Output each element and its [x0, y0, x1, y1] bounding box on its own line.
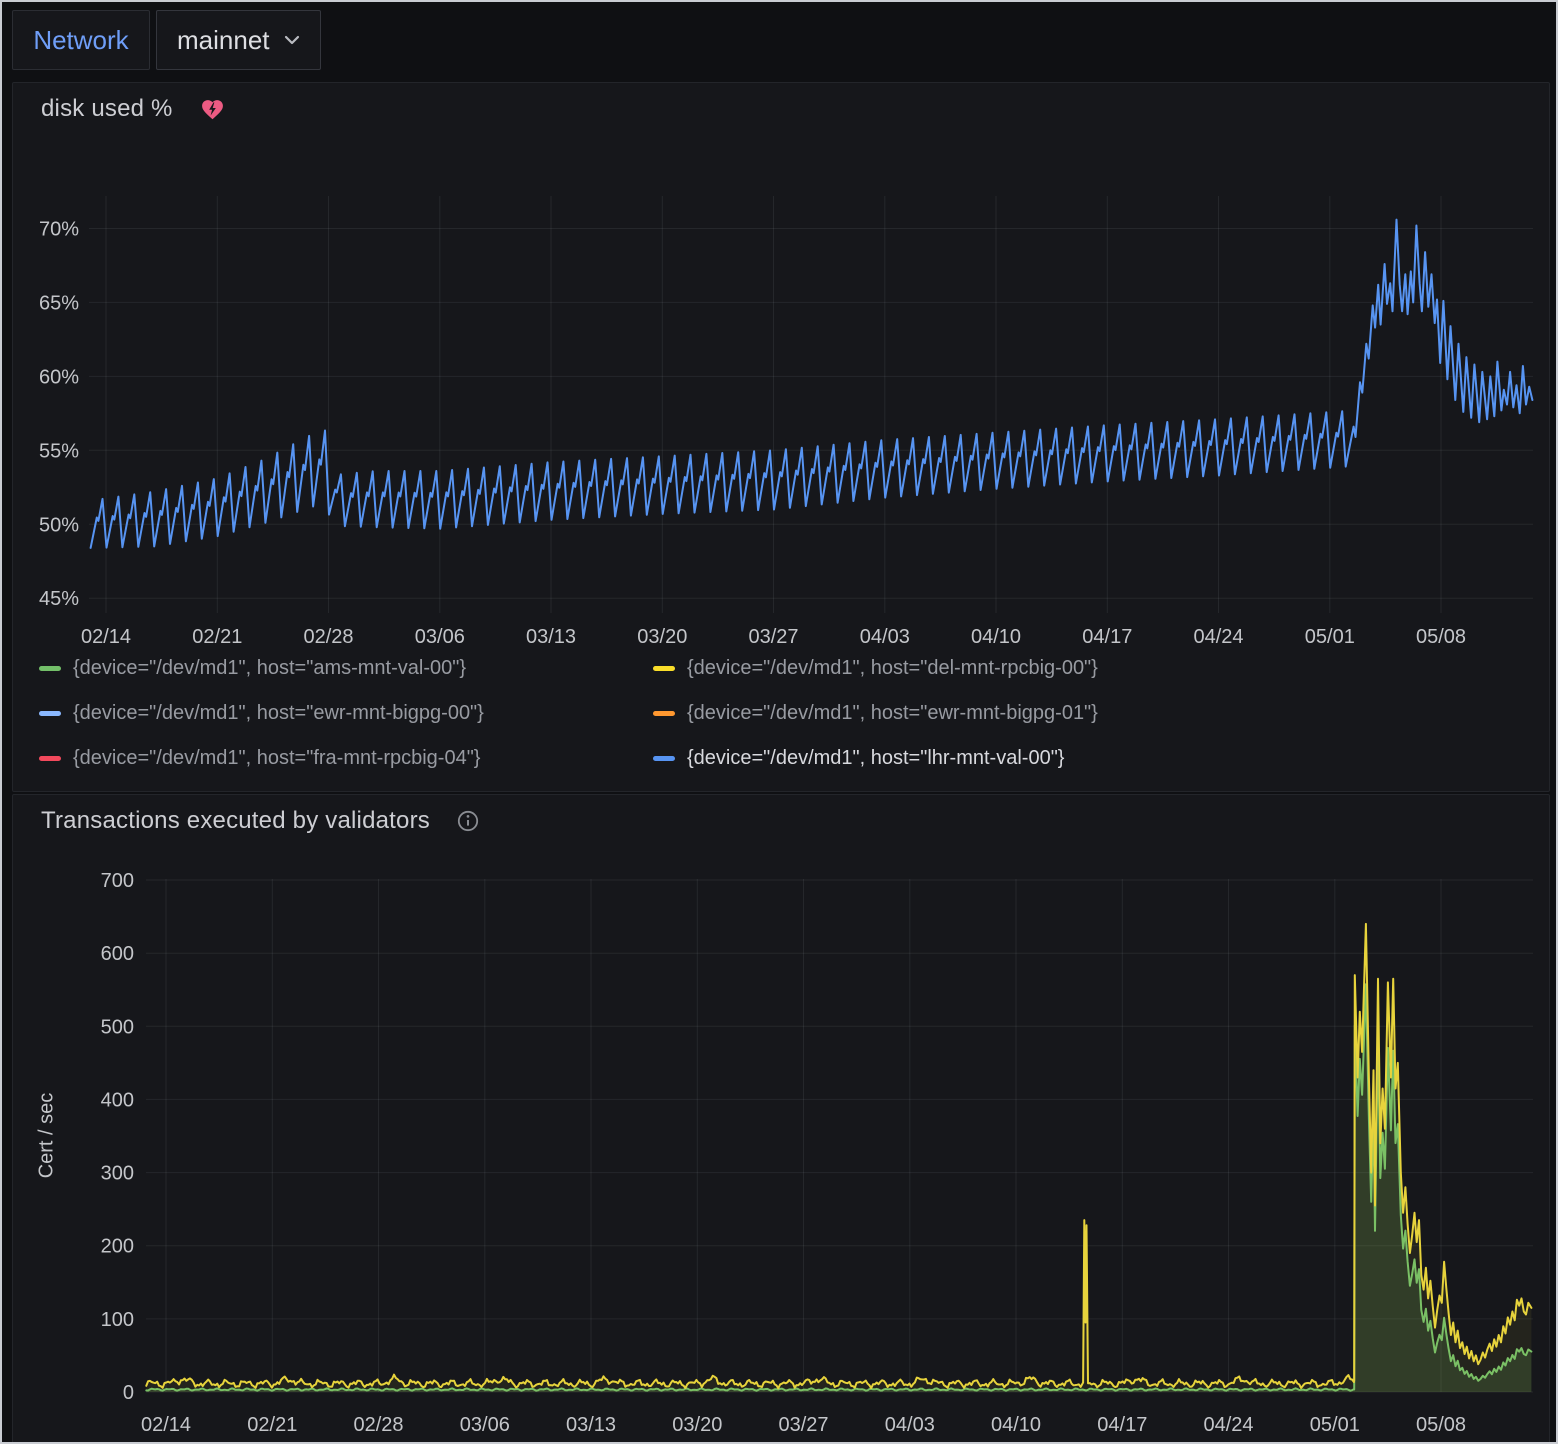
legend-series-swatch — [39, 756, 61, 761]
grafana-dashboard: Network mainnet disk used % 45% 50% 55% 60%… — [0, 0, 1558, 1444]
legend-series-label: {device="/dev/md1", host="del-mnt-rpcbig… — [687, 655, 1098, 681]
x-axis-tick-label: 05/08 — [1416, 1414, 1466, 1436]
network-variable-dropdown[interactable]: mainnet — [156, 10, 321, 70]
y-axis-tick-label: 0 — [123, 1382, 134, 1404]
x-axis-tick-label: 03/13 — [566, 1414, 616, 1436]
tx-plot-area[interactable] — [146, 879, 1533, 1392]
transactions-chart[interactable]: 0 100 200 300 400 500 600 700 02/14 02/21 02/28 03/… — [13, 795, 1547, 1444]
x-axis-tick-label: 02/21 — [247, 1414, 297, 1436]
x-axis-tick-label: 05/01 — [1305, 626, 1355, 648]
x-axis-tick-label: 02/28 — [353, 1414, 403, 1436]
legend-series-label: {device="/dev/md1", host="ewr-mnt-bigpg-… — [687, 700, 1098, 726]
legend-series-swatch — [653, 666, 675, 671]
legend-series-label: {device="/dev/md1", host="ams-mnt-val-00… — [73, 655, 466, 681]
x-axis-tick-label: 05/01 — [1310, 1414, 1360, 1436]
y-axis-title-wrap: Cert / sec — [27, 879, 67, 1392]
x-axis-tick-label: 03/20 — [672, 1414, 722, 1436]
y-axis-tick-label: 100 — [101, 1309, 134, 1331]
legend-item[interactable]: {device="/dev/md1", host="del-mnt-rpcbig… — [653, 655, 1249, 681]
panel-title-transactions[interactable]: Transactions executed by validators — [41, 807, 430, 835]
x-axis-tick-label: 04/03 — [885, 1414, 935, 1436]
x-axis-tick-label: 02/28 — [303, 626, 353, 648]
x-axis-tick-label: 02/14 — [141, 1414, 191, 1436]
y-axis-title: Cert / sec — [36, 1093, 59, 1179]
x-axis-tick-label: 04/24 — [1193, 626, 1243, 648]
y-axis-tick-label: 400 — [101, 1089, 134, 1111]
y-axis-tick-label: 50% — [39, 514, 79, 536]
panel-transactions: Transactions executed by validators Cert… — [12, 794, 1550, 1444]
x-axis-tick-label: 03/06 — [460, 1414, 510, 1436]
dashboard-variable-bar: Network mainnet — [2, 2, 1556, 80]
legend-series-swatch — [39, 666, 61, 671]
panel-disk-header: disk used % — [41, 95, 226, 123]
disk-chart-legend: {device="/dev/md1", host="ams-mnt-val-00… — [39, 655, 1531, 771]
legend-series-label: {device="/dev/md1", host="fra-mnt-rpcbig… — [73, 745, 481, 771]
y-axis-tick-label: 55% — [39, 440, 79, 462]
panel-title-disk-used[interactable]: disk used % — [41, 95, 173, 123]
legend-item[interactable]: {device="/dev/md1", host="fra-mnt-rpcbig… — [39, 745, 635, 771]
legend-series-swatch — [653, 756, 675, 761]
legend-series-swatch — [653, 711, 675, 716]
y-axis-tick-label: 200 — [101, 1236, 134, 1258]
x-axis-tick-label: 03/20 — [637, 626, 687, 648]
x-axis-tick-label: 03/13 — [526, 626, 576, 648]
info-circle-icon[interactable] — [456, 809, 480, 833]
x-axis-tick-label: 04/03 — [860, 626, 910, 648]
legend-item[interactable]: {device="/dev/md1", host="ams-mnt-val-00… — [39, 655, 635, 681]
x-axis-tick-label: 04/17 — [1097, 1414, 1147, 1436]
y-axis-tick-label: 45% — [39, 588, 79, 610]
variable-label-text: Network — [33, 25, 128, 56]
x-axis-tick-label: 04/10 — [991, 1414, 1041, 1436]
legend-series-label: {device="/dev/md1", host="ewr-mnt-bigpg-… — [73, 700, 484, 726]
x-axis-tick-label: 04/10 — [971, 626, 1021, 648]
panel-disk-used: disk used % 45% 50% 55% 60% 65% 70% 02/14 02/21… — [12, 82, 1550, 792]
panel-tx-header: Transactions executed by validators — [41, 807, 480, 835]
x-axis-tick-label: 03/06 — [415, 626, 465, 648]
legend-item[interactable]: {device="/dev/md1", host="lhr-mnt-val-00… — [653, 745, 1249, 771]
legend-item[interactable]: {device="/dev/md1", host="ewr-mnt-bigpg-… — [653, 700, 1249, 726]
x-axis-tick-label: 02/21 — [192, 626, 242, 648]
legend-item[interactable]: {device="/dev/md1", host="ewr-mnt-bigpg-… — [39, 700, 635, 726]
x-axis-tick-label: 05/08 — [1416, 626, 1466, 648]
x-axis-tick-label: 03/27 — [748, 626, 798, 648]
y-axis-tick-label: 600 — [101, 943, 134, 965]
y-axis-tick-label: 70% — [39, 219, 79, 241]
x-axis-tick-label: 04/17 — [1082, 626, 1132, 648]
y-axis-tick-label: 300 — [101, 1163, 134, 1185]
legend-series-label: {device="/dev/md1", host="lhr-mnt-val-00… — [687, 745, 1064, 771]
x-axis-tick-label: 04/24 — [1203, 1414, 1253, 1436]
y-axis-tick-label: 65% — [39, 292, 79, 314]
y-axis-tick-label: 700 — [101, 870, 134, 892]
variable-value-text: mainnet — [177, 25, 270, 56]
legend-series-swatch — [39, 711, 61, 716]
alert-broken-heart-icon[interactable] — [199, 97, 226, 122]
x-axis-tick-label: 03/27 — [778, 1414, 828, 1436]
y-axis-tick-label: 60% — [39, 366, 79, 388]
x-axis-tick-label: 02/14 — [81, 626, 131, 648]
y-axis-tick-label: 500 — [101, 1016, 134, 1038]
disk-plot-area[interactable] — [89, 196, 1533, 613]
variable-label-network: Network — [12, 10, 150, 70]
chevron-down-icon — [284, 35, 300, 45]
